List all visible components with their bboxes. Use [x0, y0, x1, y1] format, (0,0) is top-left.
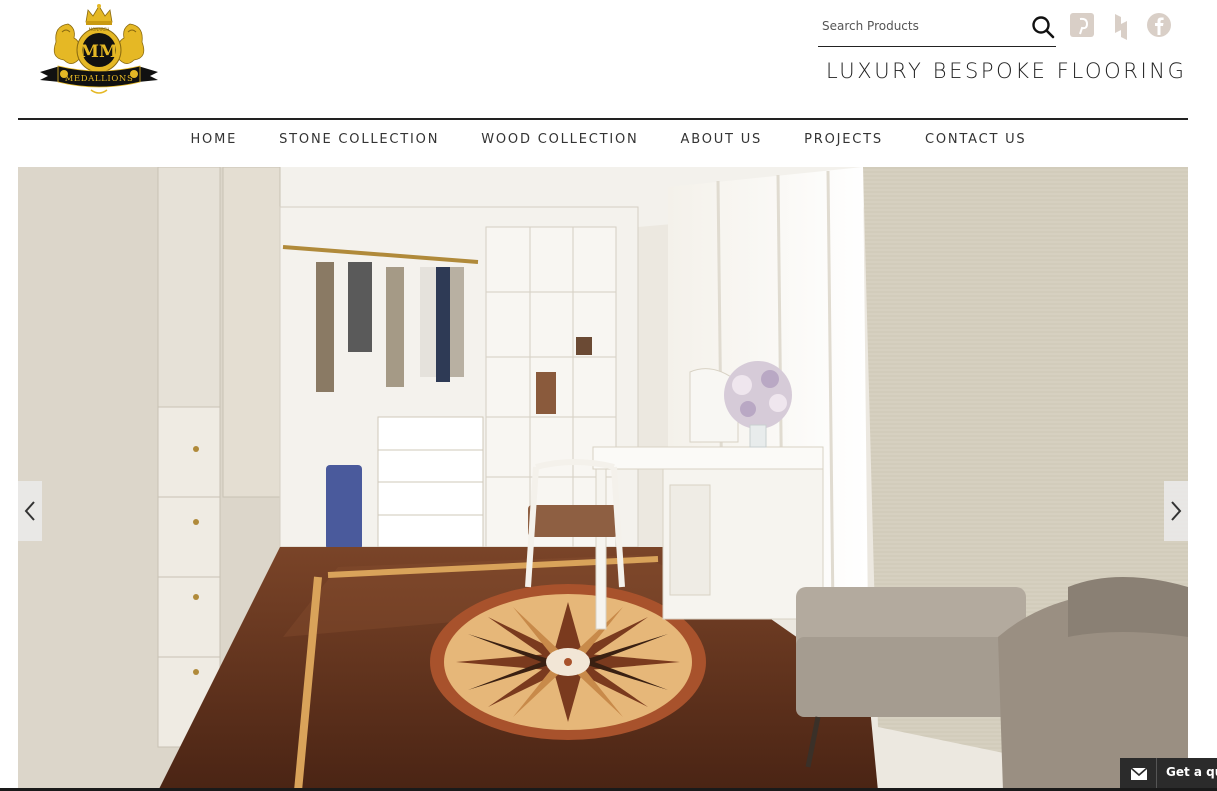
slider-prev-button[interactable]	[18, 481, 42, 541]
facebook-icon[interactable]	[1146, 12, 1172, 38]
nav-item-home[interactable]: HOME	[190, 132, 237, 152]
get-a-quote-label: Get a quote	[1166, 765, 1217, 779]
main-nav: HOME STONE COLLECTION WOOD COLLECTION AB…	[0, 132, 1217, 152]
get-a-quote-button[interactable]: Get a quote	[1120, 758, 1217, 788]
search-icon[interactable]	[1030, 14, 1056, 40]
logo-monogram: MM	[80, 42, 118, 62]
crown-icon	[85, 4, 113, 25]
slider-next-button[interactable]	[1164, 481, 1188, 541]
brand-logo[interactable]: MM MONARCH MEDALLIONS	[36, 2, 162, 98]
search-bar	[818, 10, 1056, 47]
logo-top-text: MONARCH	[89, 27, 110, 32]
search-input[interactable]	[822, 16, 1018, 36]
quote-divider	[1156, 758, 1157, 788]
nav-item-about-us[interactable]: ABOUT US	[681, 132, 763, 152]
hero-slide-image	[18, 167, 1188, 791]
logo-ribbon-text: MEDALLIONS	[65, 74, 134, 84]
nav-item-stone-collection[interactable]: STONE COLLECTION	[279, 132, 439, 152]
chevron-left-icon	[24, 501, 35, 521]
envelope-icon	[1130, 766, 1148, 780]
chevron-right-icon	[1171, 501, 1182, 521]
houzz-icon[interactable]	[1108, 12, 1134, 40]
header-divider	[18, 118, 1188, 120]
nav-item-contact-us[interactable]: CONTACT US	[925, 132, 1027, 152]
nav-item-wood-collection[interactable]: WOOD COLLECTION	[481, 132, 638, 152]
nav-item-projects[interactable]: PROJECTS	[804, 132, 883, 152]
pinterest-icon[interactable]	[1069, 12, 1095, 38]
tagline: LUXURY BESPOKE FLOORING	[826, 59, 1187, 83]
